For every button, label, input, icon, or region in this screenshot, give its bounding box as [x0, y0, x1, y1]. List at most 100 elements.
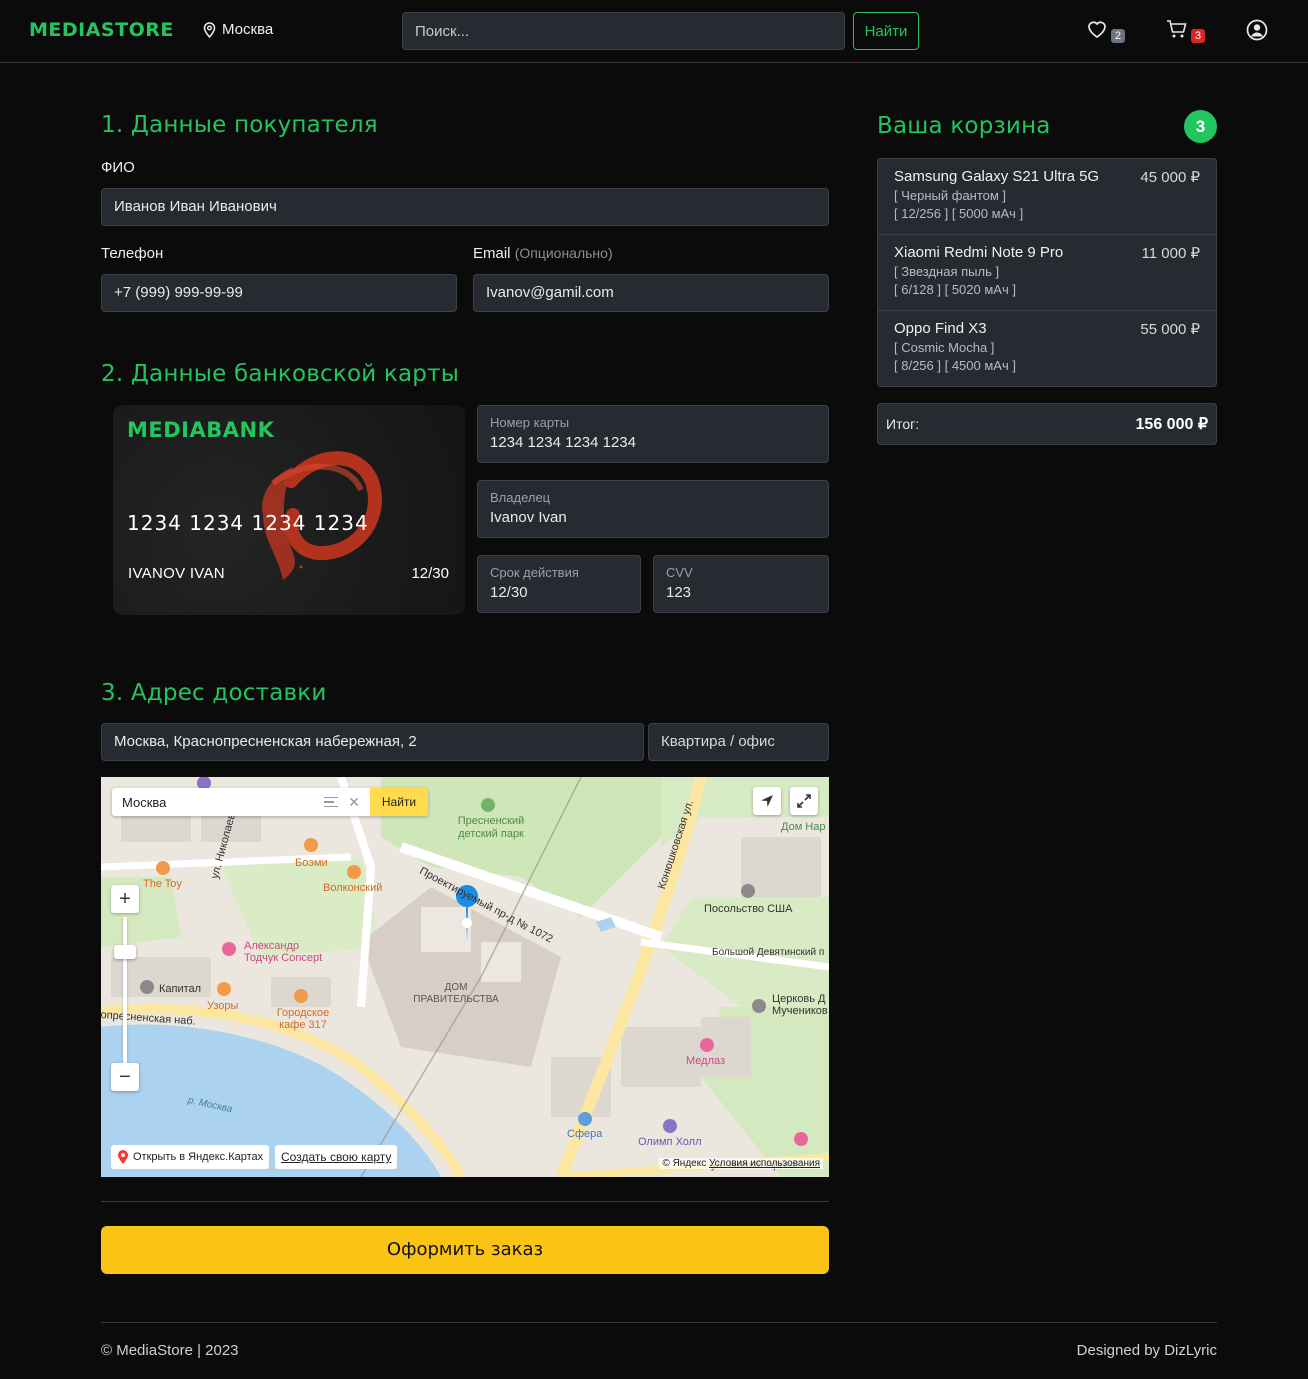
card-number-label: Номер карты — [490, 415, 570, 430]
email-input[interactable]: Ivanov@gamil.com — [473, 274, 829, 312]
map-label-volkonsky: Волконский — [323, 882, 383, 894]
email-label: Email (Опционально) — [473, 245, 613, 262]
phone-label: Телефон — [101, 245, 164, 262]
cart-icon — [1167, 20, 1187, 38]
map-label-medlaz: Медлаз — [686, 1055, 726, 1067]
map-label-the-toy: The Toy — [143, 878, 182, 890]
map-copyright-text: © Яндекс — [662, 1158, 707, 1169]
map-label-sfera: Сфера — [567, 1128, 603, 1140]
card-cvv-label: CVV — [666, 565, 693, 580]
card-number-field[interactable]: Номер карты 1234 1234 1234 1234 — [477, 405, 829, 463]
card-owner-value: Ivanov Ivan — [490, 509, 567, 526]
card-expiry-value: 12/30 — [490, 584, 528, 601]
map-label-park: Пресненский детский парк — [457, 815, 525, 840]
map-menu-icon[interactable] — [324, 797, 339, 807]
cart-total-label: Итог: — [886, 416, 920, 432]
site-logo[interactable]: MEDIASTORE — [29, 19, 174, 41]
fio-input[interactable]: Иванов Иван Иванович — [101, 188, 829, 226]
favorites-button[interactable]: 2 — [1086, 19, 1125, 43]
cart-item-color: [ Звездная пыль ] — [894, 264, 1000, 279]
cart-item-specs: [ 12/256 ] [ 5000 мАч ] — [894, 206, 1024, 221]
map-clear-icon[interactable]: ✕ — [348, 794, 360, 811]
create-map-link[interactable]: Создать свою карту — [275, 1145, 398, 1169]
search-input[interactable] — [402, 12, 845, 50]
card-expiry-field[interactable]: Срок действия 12/30 — [477, 555, 641, 613]
footer-divider — [101, 1322, 1217, 1323]
card-expiry-display: 12/30 — [411, 565, 449, 582]
map-zoom-out-button[interactable]: − — [111, 1063, 139, 1091]
bank-card-preview: MEDIABANK 1234 1234 1234 1234 IVANOV IVA… — [113, 405, 465, 615]
user-circle-icon — [1246, 19, 1268, 41]
open-in-yandex-label: Открыть в Яндекс.Картах — [133, 1151, 264, 1163]
expand-icon — [797, 794, 811, 808]
apartment-input[interactable]: Квартира / офис — [648, 723, 829, 761]
phone-input[interactable]: +7 (999) 999-99-99 — [101, 274, 457, 312]
map-label-bozmi: Боэми — [295, 857, 328, 869]
map-label-church: Церковь Д Мучеников — [772, 993, 828, 1017]
fio-label: ФИО — [101, 159, 135, 176]
yandex-map[interactable]: Пресненский детский парк ул. Николаева К… — [101, 777, 829, 1177]
map-fullscreen-button[interactable] — [790, 787, 818, 815]
buyer-section-title: 1. Данные покупателя — [101, 112, 378, 138]
map-label-olimp-hall: Олимп Холл — [638, 1136, 702, 1148]
map-label-todchuk: Александр Тодчук Concept — [244, 940, 323, 964]
map-label-cafe-317: Городское кафе 317 — [276, 1007, 330, 1031]
delivery-section-title: 3. Адрес доставки — [101, 680, 327, 706]
map-zoom-in-button[interactable]: + — [111, 885, 139, 913]
form-divider — [101, 1201, 829, 1202]
map-label-devyatinsky: Большой Девятинский п — [712, 947, 825, 958]
cart-title: Ваша корзина — [877, 113, 1051, 139]
account-button[interactable] — [1246, 19, 1268, 45]
email-optional-note: (Опционально) — [514, 245, 613, 261]
cart-item: Samsung Galaxy S21 Ultra 5G 45 000 ₽ [ Ч… — [878, 159, 1216, 235]
map-label-kapital: Капитал — [159, 983, 202, 995]
navigation-arrow-icon — [761, 795, 773, 807]
site-header: MEDIASTORE Москва Найти 2 3 — [0, 0, 1308, 63]
card-number-value: 1234 1234 1234 1234 — [490, 434, 636, 451]
heart-icon — [1088, 21, 1106, 39]
map-label-embassy: Посольство США — [704, 903, 793, 915]
cart-button[interactable]: 3 — [1166, 19, 1205, 43]
card-owner-label: Владелец — [490, 490, 551, 505]
cart-item: Oppo Find X3 55 000 ₽ [ Cosmic Mocha ] [… — [878, 311, 1216, 386]
card-section-title: 2. Данные банковской карты — [101, 361, 460, 387]
cart-item-color: [ Черный фантом ] — [894, 188, 1007, 203]
search-button[interactable]: Найти — [853, 12, 919, 50]
city-label: Москва — [222, 21, 274, 38]
map-label-uzory: Узоры — [207, 1000, 239, 1012]
map-search-input[interactable]: Москва — [112, 795, 324, 810]
cart-item-price: 55 000 ₽ — [1140, 321, 1200, 338]
open-in-yandex-link[interactable]: Открыть в Яндекс.Картах — [111, 1145, 270, 1169]
footer-designer: Designed by DizLyric — [1076, 1342, 1217, 1359]
favorites-badge: 2 — [1111, 29, 1125, 43]
card-expiry-label: Срок действия — [490, 565, 579, 580]
cart-item-color: [ Cosmic Mocha ] — [894, 340, 995, 355]
yandex-pin-icon — [118, 1150, 128, 1164]
card-holder-display: IVANOV IVAN — [128, 565, 225, 582]
map-zoom-slider-handle[interactable] — [114, 945, 136, 959]
cart-total-value: 156 000 ₽ — [1135, 416, 1208, 433]
map-zoom-slider-track[interactable] — [123, 917, 127, 1065]
city-selector[interactable]: Москва — [203, 21, 273, 38]
map-search-button[interactable]: Найти — [370, 788, 428, 816]
cart-item-price: 11 000 ₽ — [1141, 245, 1200, 262]
cart-item-price: 45 000 ₽ — [1140, 169, 1200, 186]
card-owner-field[interactable]: Владелец Ivanov Ivan — [477, 480, 829, 538]
cart-item-specs: [ 8/256 ] [ 4500 мАч ] — [894, 358, 1016, 373]
location-pin-icon — [203, 21, 216, 38]
email-label-text: Email — [473, 245, 511, 262]
card-cvv-field[interactable]: CVV 123 — [653, 555, 829, 613]
address-input[interactable]: Москва, Краснопресненская набережная, 2 — [101, 723, 644, 761]
cart-item-specs: [ 6/128 ] [ 5020 мАч ] — [894, 282, 1016, 297]
footer-copyright: © MediaStore | 2023 — [101, 1342, 239, 1359]
cart-badge: 3 — [1191, 29, 1205, 43]
card-cvv-value: 123 — [666, 584, 692, 601]
cart-total: Итог: 156 000 ₽ — [877, 403, 1217, 445]
bank-logo: MEDIABANK — [127, 418, 275, 442]
place-order-button[interactable]: Оформить заказ — [101, 1226, 829, 1274]
cart-item: Xiaomi Redmi Note 9 Pro 11 000 ₽ [ Звезд… — [878, 235, 1216, 311]
map-geolocation-button[interactable] — [753, 787, 781, 815]
map-label-government-house: ДОМ ПРАВИТЕЛЬСТВА — [413, 982, 499, 1005]
map-search-box: Москва ✕ Найти — [112, 788, 428, 816]
map-terms-link[interactable]: Условия использования — [709, 1158, 820, 1169]
